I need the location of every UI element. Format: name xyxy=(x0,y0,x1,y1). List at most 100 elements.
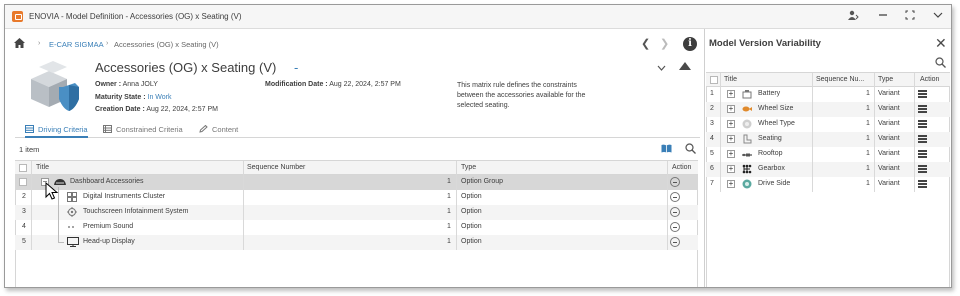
breadcrumb-item-model[interactable]: E-CAR SIGMAA xyxy=(49,40,104,49)
user-share-icon[interactable] xyxy=(845,9,861,25)
column-header-title[interactable]: Title xyxy=(724,76,737,83)
maturity-value[interactable]: In Work xyxy=(148,94,172,101)
tab-content[interactable]: Content xyxy=(199,125,238,138)
row-action-button[interactable] xyxy=(670,207,680,217)
expand-toggle-icon[interactable]: + xyxy=(727,150,735,158)
table-row[interactable]: 3 + Wheel Type 1 Variant xyxy=(706,117,950,132)
expand-icon[interactable] xyxy=(902,9,918,25)
row-title: Touchscreen Infotainment System xyxy=(83,208,189,215)
expand-toggle-icon[interactable]: + xyxy=(727,165,735,173)
title-dropdown[interactable]: - xyxy=(294,60,298,75)
row-checkbox[interactable] xyxy=(19,178,27,186)
home-icon[interactable] xyxy=(14,38,25,48)
expand-toggle-icon[interactable]: + xyxy=(727,120,735,128)
variant-list-icon[interactable] xyxy=(918,180,927,188)
expand-toggle-icon[interactable]: + xyxy=(727,105,735,113)
forward-arrow-icon[interactable]: ❯ xyxy=(660,37,669,50)
variant-list-icon[interactable] xyxy=(918,135,927,143)
row-action-button[interactable] xyxy=(670,237,680,247)
row-action-button[interactable] xyxy=(670,192,680,202)
tab-bar: Driving Criteria Constrained Criteria Co… xyxy=(15,123,700,138)
select-all-checkbox[interactable] xyxy=(19,164,27,172)
row-action-button[interactable] xyxy=(670,222,680,232)
creation-value: Aug 22, 2024, 2:57 PM xyxy=(146,106,218,113)
row-action-button[interactable] xyxy=(670,177,680,187)
column-header-title[interactable]: Title xyxy=(36,164,49,171)
touchscreen-icon xyxy=(67,207,77,217)
modification-label: Modification Date : xyxy=(265,81,328,88)
row-number: 7 xyxy=(710,180,714,187)
window-title: ENOVIA - Model Definition - Accessories … xyxy=(29,12,242,21)
select-all-checkbox[interactable] xyxy=(710,76,718,84)
row-sequence: 1 xyxy=(866,165,870,172)
book-icon[interactable] xyxy=(661,144,672,153)
info-icon[interactable]: i xyxy=(683,37,697,51)
column-header-sequence[interactable]: Sequence Nu... xyxy=(816,76,864,83)
tab-label: Constrained Criteria xyxy=(116,125,183,134)
variant-list-icon[interactable] xyxy=(918,150,927,158)
row-sequence: 1 xyxy=(447,238,451,245)
search-icon[interactable] xyxy=(685,143,696,154)
tab-constrained-criteria[interactable]: Constrained Criteria xyxy=(103,125,183,138)
row-sequence: 1 xyxy=(447,208,451,215)
table-row[interactable]: 4 + Seating 1 Variant xyxy=(706,132,950,147)
collapse-header-icon[interactable] xyxy=(679,62,691,70)
expand-toggle-icon[interactable]: + xyxy=(727,90,735,98)
column-header-sequence[interactable]: Sequence Number xyxy=(247,164,305,171)
breadcrumb: › E-CAR SIGMAA › Accessories (OG) x Seat… xyxy=(5,33,700,55)
table-row[interactable]: 2 + Wheel Size 1 Variant xyxy=(706,102,950,117)
model-thumbnail-icon xyxy=(31,61,79,111)
table-row[interactable]: − Dashboard Accessories 1 Option Group xyxy=(15,175,698,190)
row-title: Drive Side xyxy=(758,180,791,187)
row-title: Wheel Size xyxy=(758,105,794,112)
variant-list-icon[interactable] xyxy=(918,165,927,173)
app-window: ENOVIA - Model Definition - Accessories … xyxy=(4,4,952,288)
row-number: 3 xyxy=(22,208,26,215)
creation-property: Creation Date : Aug 22, 2024, 2:57 PM xyxy=(95,106,218,113)
panel-divider[interactable] xyxy=(704,29,705,287)
chevron-down-icon[interactable] xyxy=(930,9,946,25)
row-number: 2 xyxy=(710,105,714,112)
table-row[interactable]: 4 Premium Sound 1 Option xyxy=(15,220,698,235)
row-number: 4 xyxy=(710,135,714,142)
minimize-icon[interactable] xyxy=(875,9,891,25)
row-sequence: 1 xyxy=(866,120,870,127)
wheel-type-icon xyxy=(742,119,752,129)
row-number: 1 xyxy=(710,90,714,97)
table-row[interactable]: 6 + Gearbox 1 Variant xyxy=(706,162,950,177)
variant-list-icon[interactable] xyxy=(918,90,927,98)
back-arrow-icon[interactable]: ❮ xyxy=(641,37,650,50)
expand-toggle-icon[interactable]: + xyxy=(727,135,735,143)
tab-driving-criteria[interactable]: Driving Criteria xyxy=(25,125,88,138)
variant-list-icon[interactable] xyxy=(918,120,927,128)
table-row[interactable]: 2 Digital Instruments Cluster 1 Option xyxy=(15,190,698,205)
table-row[interactable]: 5 Head-up Display 1 Option xyxy=(15,235,698,250)
row-type: Option xyxy=(461,193,482,200)
enovia-logo-icon xyxy=(12,11,23,22)
table-header-row: Title Sequence Number Type Action xyxy=(15,160,698,176)
steering-wheel-icon xyxy=(742,179,752,189)
row-type: Variant xyxy=(878,165,900,172)
column-header-action[interactable]: Action xyxy=(920,76,939,83)
expand-toggle-icon[interactable]: + xyxy=(727,180,735,188)
page-title: Accessories (OG) x Seating (V) xyxy=(95,60,277,75)
column-header-type[interactable]: Type xyxy=(878,76,893,83)
search-icon[interactable] xyxy=(935,57,946,68)
row-type: Option xyxy=(461,208,482,215)
speaker-icon xyxy=(68,226,74,228)
row-number: 3 xyxy=(710,120,714,127)
table-row[interactable]: 1 + Battery 1 Variant xyxy=(706,87,950,102)
column-header-type[interactable]: Type xyxy=(461,164,476,171)
table-row[interactable]: 7 + Drive Side 1 Variant xyxy=(706,177,950,192)
display-icon xyxy=(67,237,79,247)
table-header-row: Title Sequence Nu... Type Action xyxy=(706,72,950,88)
item-count: 1 item xyxy=(19,145,40,154)
table-row[interactable]: 5 + Rooftop 1 Variant xyxy=(706,147,950,162)
chevron-down-icon[interactable] xyxy=(657,63,666,73)
close-icon[interactable]: ✕ xyxy=(935,35,947,52)
variant-list-icon[interactable] xyxy=(918,105,927,113)
table-icon xyxy=(25,125,34,133)
owner-value: Anna JOLY xyxy=(122,81,158,88)
column-header-action[interactable]: Action xyxy=(672,164,691,171)
table-row[interactable]: 3 Touchscreen Infotainment System 1 Opti… xyxy=(15,205,698,220)
